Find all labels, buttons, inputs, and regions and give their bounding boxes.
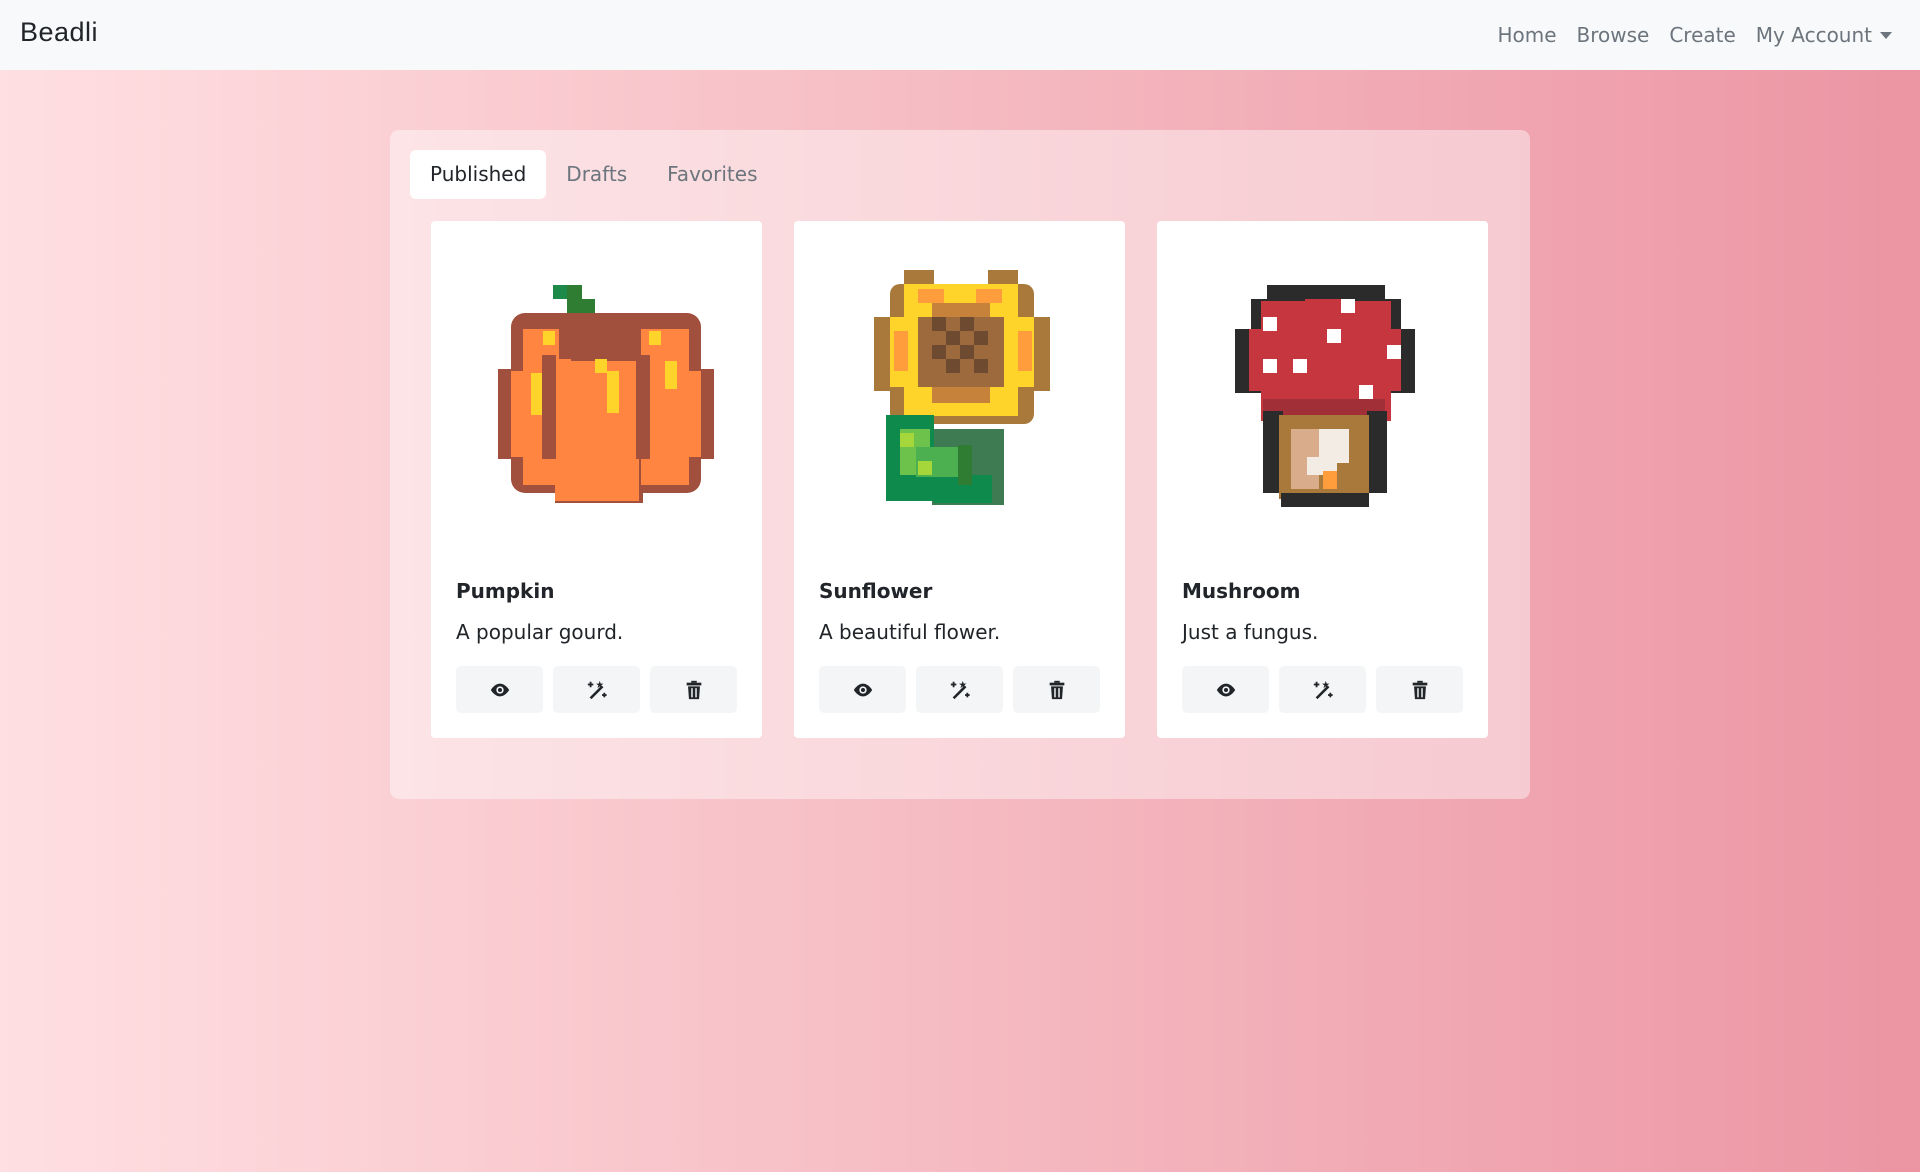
nav-my-account-dropdown[interactable]: My Account	[1756, 23, 1892, 47]
tab-favorites[interactable]: Favorites	[647, 150, 777, 199]
card-description: Just a fungus.	[1182, 620, 1319, 644]
card-actions	[819, 666, 1100, 713]
design-card: Mushroom Just a fungus.	[1157, 221, 1488, 738]
pumpkin-pixel-art[interactable]	[431, 221, 762, 561]
caret-down-icon	[1880, 31, 1892, 39]
nav-create-link[interactable]: Create	[1669, 23, 1735, 47]
design-card: Pumpkin A popular gourd.	[431, 221, 762, 738]
designs-panel: Published Drafts Favorites Pumpkin A pop…	[390, 130, 1530, 799]
eye-icon	[1216, 683, 1235, 696]
edit-button[interactable]	[1279, 666, 1366, 713]
tab-drafts[interactable]: Drafts	[546, 150, 647, 199]
trash-icon	[1049, 680, 1064, 699]
nav-browse-link[interactable]: Browse	[1577, 23, 1650, 47]
trash-icon	[1412, 680, 1427, 699]
card-actions	[456, 666, 737, 713]
delete-button[interactable]	[1013, 666, 1100, 713]
card-description: A beautiful flower.	[819, 620, 1001, 644]
view-button[interactable]	[1182, 666, 1269, 713]
magic-wand-icon	[587, 680, 607, 699]
eye-icon	[490, 683, 509, 696]
card-title: Sunflower	[819, 579, 933, 603]
sunflower-pixel-art[interactable]	[794, 221, 1125, 561]
view-button[interactable]	[819, 666, 906, 713]
tab-published[interactable]: Published	[410, 150, 547, 199]
tab-bar: Published Drafts Favorites	[410, 150, 777, 199]
nav-links: Home Browse Create My Account	[1497, 0, 1892, 70]
edit-button[interactable]	[916, 666, 1003, 713]
magic-wand-icon	[1313, 680, 1333, 699]
view-button[interactable]	[456, 666, 543, 713]
brand-logo[interactable]: Beadli	[20, 17, 98, 48]
card-title: Pumpkin	[456, 579, 555, 603]
magic-wand-icon	[950, 680, 970, 699]
trash-icon	[686, 680, 701, 699]
delete-button[interactable]	[650, 666, 737, 713]
nav-home-link[interactable]: Home	[1497, 23, 1556, 47]
eye-icon	[853, 683, 872, 696]
mushroom-pixel-art[interactable]	[1157, 221, 1488, 561]
card-title: Mushroom	[1182, 579, 1301, 603]
edit-button[interactable]	[553, 666, 640, 713]
card-description: A popular gourd.	[456, 620, 624, 644]
delete-button[interactable]	[1376, 666, 1463, 713]
navbar: Beadli Home Browse Create My Account	[0, 0, 1920, 70]
design-card: Sunflower A beautiful flower.	[794, 221, 1125, 738]
card-actions	[1182, 666, 1463, 713]
my-account-label: My Account	[1755, 23, 1872, 47]
